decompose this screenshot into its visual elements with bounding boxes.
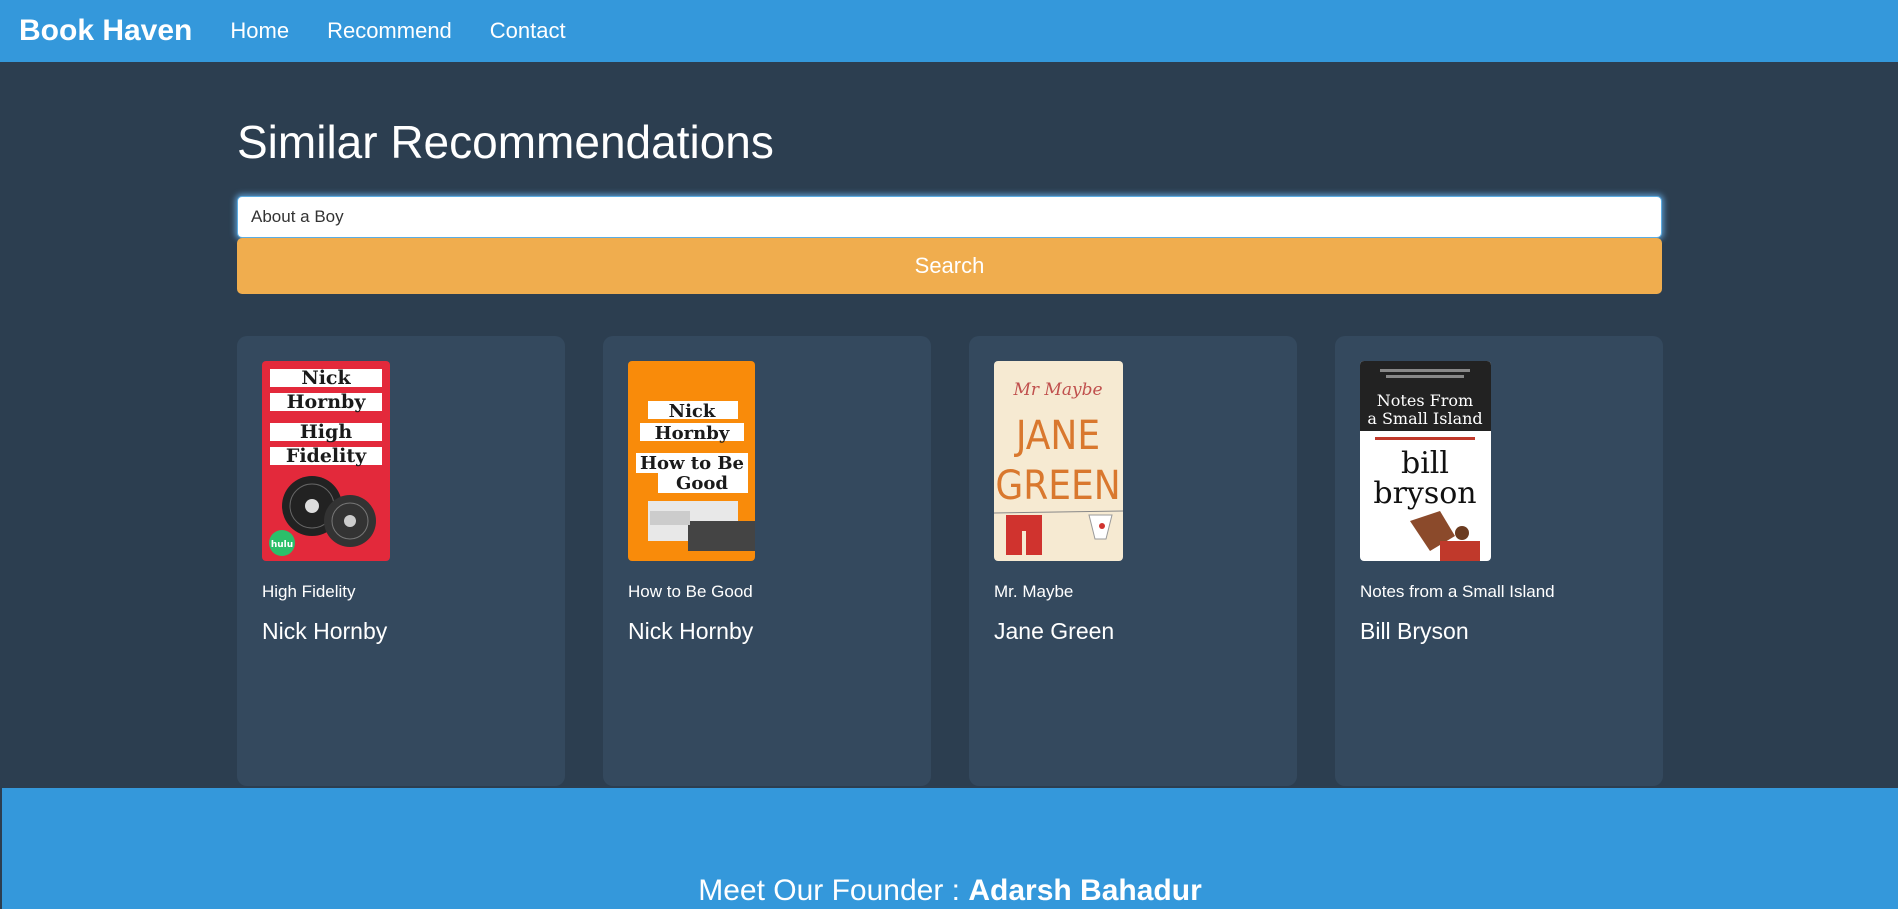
cover-text: Nick — [301, 367, 351, 389]
book-cover-image: Mr Maybe JANE GREEN — [994, 361, 1123, 561]
book-author: Nick Hornby — [262, 618, 388, 644]
book-author: Nick Hornby — [628, 618, 754, 644]
page-title: Similar Recommendations — [237, 116, 774, 168]
book-cover-image: Nick Hornby High Fidelity hulu — [262, 361, 390, 561]
svg-text:a Small Island: a Small Island — [1367, 409, 1482, 428]
nav-link-home[interactable]: Home — [230, 18, 289, 44]
nav-link-recommend[interactable]: Recommend — [327, 18, 452, 44]
svg-text:How to Be: How to Be — [640, 453, 744, 474]
svg-text:High: High — [300, 421, 352, 443]
svg-text:Hornby: Hornby — [287, 391, 367, 413]
footer: Meet Our Founder : Adarsh Bahadur — [0, 787, 1898, 909]
svg-text:Hornby: Hornby — [655, 423, 730, 444]
book-cover[interactable]: Mr Maybe JANE GREEN — [994, 361, 1123, 561]
svg-text:Nick: Nick — [669, 401, 716, 422]
book-cover[interactable]: Nick Hornby High Fidelity hulu — [262, 361, 390, 561]
book-card[interactable]: Notes From a Small Island bill bryson No… — [1335, 336, 1663, 786]
book-title: High Fidelity — [262, 582, 356, 601]
founder-line: Meet Our Founder : Adarsh Bahadur — [2, 874, 1898, 908]
book-title: Notes from a Small Island — [1360, 582, 1555, 601]
book-card[interactable]: Mr Maybe JANE GREEN Mr. Maybe Jane Green — [969, 336, 1297, 786]
book-cover-image: Notes From a Small Island bill bryson — [1360, 361, 1491, 561]
book-cover[interactable]: Nick Hornby How to Be Good — [628, 361, 755, 561]
svg-text:Good: Good — [676, 473, 728, 494]
book-title: How to Be Good — [628, 582, 753, 601]
book-title: Mr. Maybe — [994, 582, 1074, 601]
svg-text:Fidelity: Fidelity — [286, 445, 367, 467]
book-card[interactable]: Nick Hornby How to Be Good How to Be Goo… — [603, 336, 931, 786]
search-button[interactable]: Search — [237, 238, 1662, 294]
book-cover[interactable]: Notes From a Small Island bill bryson — [1360, 361, 1491, 561]
book-author: Jane Green — [994, 618, 1115, 644]
founder-name: Adarsh Bahadur — [968, 874, 1202, 907]
svg-text:Mr Maybe: Mr Maybe — [1012, 380, 1102, 400]
book-author: Bill Bryson — [1360, 618, 1469, 644]
brand-logo[interactable]: Book Haven — [19, 14, 192, 48]
search-input[interactable] — [237, 196, 1662, 238]
navbar: Book Haven Home Recommend Contact — [0, 0, 1898, 62]
founder-prefix: Meet Our Founder : — [698, 874, 969, 907]
book-card[interactable]: Nick Hornby High Fidelity hulu High Fide… — [237, 336, 565, 786]
main-content: Similar Recommendations Search — [237, 62, 1662, 294]
results-grid: Nick Hornby High Fidelity hulu High Fide… — [237, 336, 1663, 786]
svg-text:hulu: hulu — [271, 540, 293, 550]
book-cover-image: Nick Hornby How to Be Good — [628, 361, 755, 561]
nav-link-contact[interactable]: Contact — [490, 18, 566, 44]
svg-text:JANE: JANE — [1014, 413, 1100, 459]
svg-text:GREEN: GREEN — [995, 463, 1120, 509]
svg-text:Notes From: Notes From — [1377, 391, 1473, 410]
svg-text:bryson: bryson — [1373, 476, 1476, 511]
